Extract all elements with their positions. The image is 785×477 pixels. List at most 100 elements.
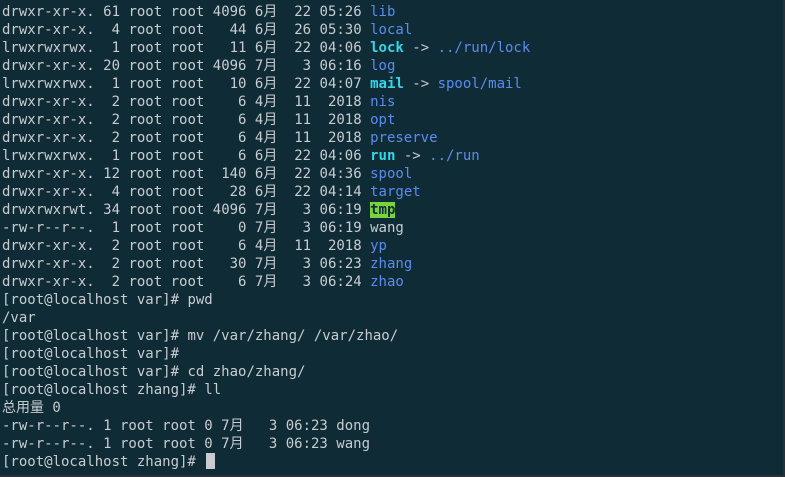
time: 06:16 [319,58,362,74]
owner: root [128,76,163,92]
owner: root [128,130,163,146]
command-line: [root@localhost zhang]# ll [2,381,785,399]
symlink-arrow: -> [412,76,430,92]
owner: root [128,58,163,74]
month: 6月 [254,4,278,20]
owner: root [128,220,163,236]
month: 4月 [254,112,278,128]
listing-row: drwxrwxrwt. 34 root root 4096 7月 3 06:19… [2,201,785,219]
link-count: 2 [111,130,121,146]
group: root [170,184,205,200]
command-text: pwd [187,292,213,308]
symlink-target: spool/mail [437,76,522,92]
permissions: drwxr-xr-x. [2,184,95,200]
time: 04:07 [319,76,362,92]
time: 06:19 [319,220,362,236]
link-count: 2 [111,238,121,254]
output-text: /var [2,310,36,326]
group: root [170,40,205,56]
owner: root [128,184,163,200]
entry-name: run [370,148,396,164]
day: 22 [294,4,312,20]
listing-row: drwxr-xr-x. 2 root root 6 4月 11 2018 yp [2,237,785,255]
group: root [170,94,205,110]
permissions: drwxr-xr-x. [2,94,95,110]
permissions: drwxr-xr-x. [2,4,95,20]
day: 3 [302,220,312,236]
month: 6月 [254,76,278,92]
link-count: 2 [111,94,121,110]
owner: root [128,274,163,290]
output-line: 总用量 0 [2,399,785,417]
day: 3 [302,58,312,74]
output-line: -rw-r--r--. 1 root root 0 7月 3 06:23 don… [2,417,785,435]
time: 06:19 [319,202,362,218]
month: 7月 [254,220,278,236]
shell-session: [root@localhost var]# pwd/var [root@local… [2,291,785,471]
text-cursor[interactable] [206,453,216,469]
file-size: 6 [238,112,247,128]
group: root [170,130,205,146]
month: 7月 [254,202,278,218]
group: root [170,148,205,164]
month: 4月 [254,94,278,110]
time: 2018 [327,130,362,146]
day: 11 [294,130,312,146]
command-line: [root@localhost var]# cd zhao/zhang/ [2,363,785,381]
link-count: 1 [111,40,121,56]
owner: root [128,4,163,20]
permissions: drwxr-xr-x. [2,130,95,146]
listing-row: drwxr-xr-x. 12 root root 140 6月 22 04:36… [2,165,785,183]
day: 22 [294,76,312,92]
owner: root [128,202,163,218]
active-prompt-line: [root@localhost zhang]# [2,453,785,471]
group: root [170,202,205,218]
link-count: 1 [111,76,121,92]
time: 04:06 [319,40,362,56]
link-count: 20 [103,58,121,74]
listing-row: drwxr-xr-x. 2 root root 30 7月 3 06:23 zh… [2,255,785,273]
shell-prompt: [root@localhost var]# [2,292,188,308]
shell-prompt: [root@localhost var]# [2,346,188,362]
group: root [170,220,205,236]
file-size: 6 [238,130,247,146]
day: 22 [294,184,312,200]
owner: root [128,22,163,38]
entry-name: preserve [370,130,438,146]
link-count: 2 [111,256,121,272]
entry-name: lock [370,40,404,56]
time: 05:26 [319,4,362,20]
permissions: drwxrwxrwt. [2,202,95,218]
permissions: drwxr-xr-x. [2,58,95,74]
listing-row: lrwxrwxrwx. 1 root root 11 6月 22 04:06 l… [2,39,785,57]
time: 04:06 [319,148,362,164]
day: 11 [294,94,312,110]
listing-row: drwxr-xr-x. 2 root root 6 7月 3 06:24 zha… [2,273,785,291]
entry-name: opt [370,112,396,128]
symlink-arrow: -> [403,148,421,164]
symlink-arrow: -> [412,40,430,56]
file-size: 0 [238,220,247,236]
shell-prompt: [root@localhost var]# [2,328,188,344]
shell-prompt: [root@localhost zhang]# [2,454,205,470]
file-size: 4096 [212,202,247,218]
terminal-window[interactable]: drwxr-xr-x. 61 root root 4096 6月 22 05:2… [0,0,785,477]
day: 22 [294,166,312,182]
link-count: 4 [111,184,121,200]
command-text: mv /var/zhang/ /var/zhao/ [187,328,399,344]
time: 04:14 [319,184,362,200]
group: root [170,238,205,254]
month: 6月 [254,40,278,56]
permissions: drwxr-xr-x. [2,166,95,182]
listing-row: drwxr-xr-x. 2 root root 6 4月 11 2018 opt [2,111,785,129]
month: 7月 [254,274,278,290]
link-count: 12 [103,166,121,182]
command-text: ll [204,382,222,398]
listing-row: drwxr-xr-x. 61 root root 4096 6月 22 05:2… [2,3,785,21]
month: 4月 [254,238,278,254]
output-text: 总用量 0 [2,400,61,416]
permissions: lrwxrwxrwx. [2,148,95,164]
time: 04:36 [319,166,362,182]
day: 26 [294,22,312,38]
file-size: 6 [238,148,247,164]
